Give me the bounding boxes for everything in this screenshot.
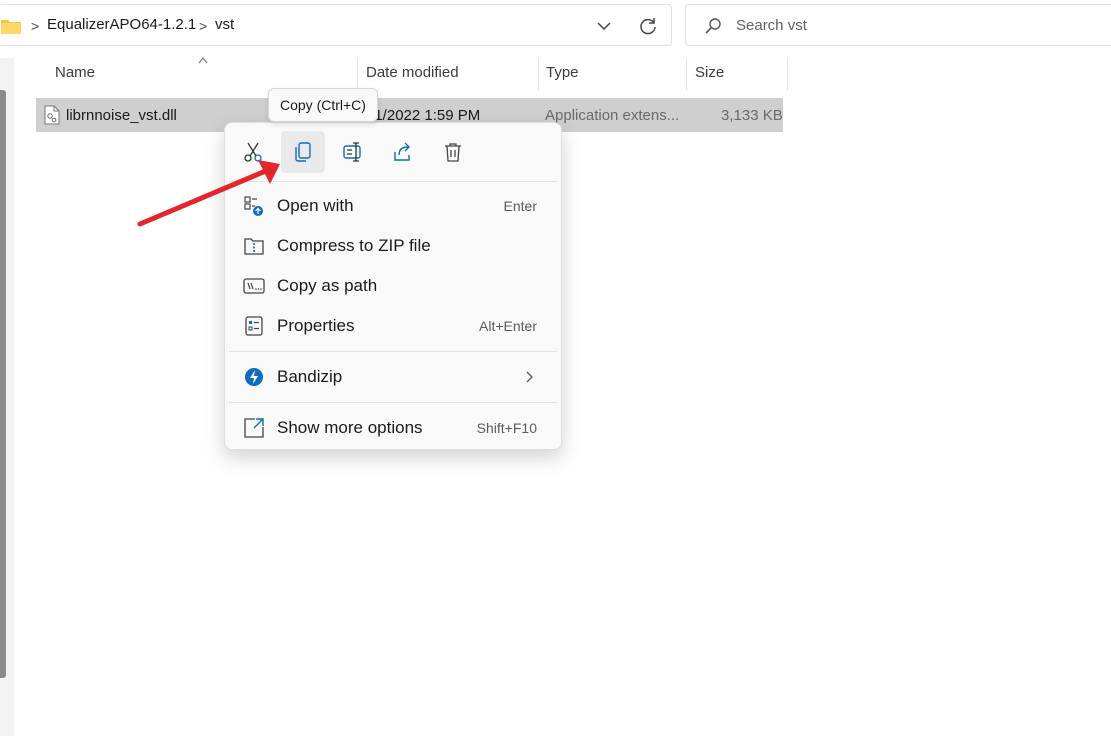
menu-item-compress-zip[interactable]: Compress to ZIP file (231, 226, 555, 266)
menu-item-bandizip[interactable]: Bandizip (231, 357, 555, 397)
menu-item-copy-as-path[interactable]: Copy as path (231, 266, 555, 306)
search-input[interactable]: Search vst (736, 17, 807, 34)
menu-label: Show more options (277, 418, 423, 437)
chevron-down-icon[interactable] (595, 19, 613, 33)
menu-item-show-more-options[interactable]: Show more options Shift+F10 (231, 408, 555, 448)
column-header-date-modified[interactable]: Date modified (366, 64, 459, 90)
menu-shortcut: Enter (503, 198, 537, 214)
menu-shortcut: Alt+Enter (479, 318, 537, 334)
copy-path-icon (243, 278, 265, 294)
sort-ascending-icon (198, 57, 208, 64)
share-icon (394, 142, 410, 161)
navigation-scrollbar[interactable] (0, 90, 6, 678)
column-header-name[interactable]: Name (55, 64, 95, 90)
menu-label: Copy as path (277, 276, 378, 295)
menu-label: Properties (277, 316, 355, 335)
file-explorer-window: > EqualizerAPO64-1.2.1 > vst Search vst … (0, 0, 1111, 736)
address-bar[interactable]: > EqualizerAPO64-1.2.1 > vst (0, 4, 672, 46)
rename-button[interactable] (331, 131, 375, 173)
trash-icon (445, 143, 461, 162)
column-header-size[interactable]: Size (695, 64, 724, 90)
column-divider[interactable] (787, 58, 788, 90)
column-divider[interactable] (357, 58, 358, 90)
column-divider[interactable] (538, 58, 539, 90)
menu-shortcut: Shift+F10 (476, 420, 537, 436)
share-button[interactable] (381, 131, 425, 173)
column-header-type[interactable]: Type (546, 64, 579, 90)
chevron-right-icon (526, 371, 533, 383)
column-divider[interactable] (686, 58, 687, 90)
show-more-icon (244, 418, 264, 438)
breadcrumb-item-vst[interactable]: vst (215, 16, 234, 33)
menu-label: Bandizip (277, 367, 343, 386)
breadcrumb-item-equalizerapo[interactable]: EqualizerAPO64-1.2.1 (47, 16, 196, 33)
search-icon (705, 18, 721, 34)
breadcrumb-separator: > (31, 18, 40, 34)
file-type: Application extens... (545, 107, 680, 124)
menu-label: Compress to ZIP file (277, 236, 431, 255)
search-box[interactable]: Search vst (685, 4, 1111, 46)
menu-separator (229, 402, 557, 403)
annotation-arrow (137, 160, 280, 227)
zip-icon (244, 238, 264, 255)
properties-icon (245, 316, 263, 336)
bandizip-icon (245, 368, 263, 386)
menu-item-properties[interactable]: Properties Alt+Enter (231, 306, 555, 346)
dll-file-icon (44, 105, 60, 125)
file-name: librnnoise_vst.dll (66, 107, 177, 124)
menu-separator (229, 351, 557, 352)
rename-icon (343, 142, 361, 162)
delete-button[interactable] (431, 131, 475, 173)
breadcrumb-separator: > (199, 18, 208, 34)
refresh-icon[interactable] (637, 15, 659, 37)
copy-icon (295, 142, 311, 162)
file-size: 3,133 KB (721, 107, 783, 124)
copy-tooltip: Copy (Ctrl+C) (268, 88, 378, 122)
folder-icon (1, 20, 21, 34)
